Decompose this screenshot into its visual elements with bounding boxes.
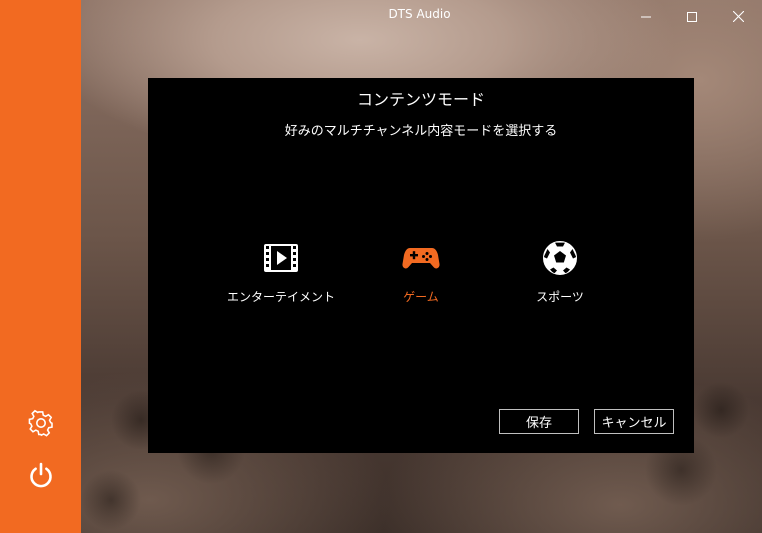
- minimize-button[interactable]: [623, 0, 669, 32]
- mode-label-sports: スポーツ: [536, 290, 584, 304]
- power-icon: [27, 461, 55, 493]
- cancel-button[interactable]: キャンセル: [594, 409, 674, 434]
- close-icon: [732, 7, 744, 26]
- close-button[interactable]: [715, 0, 761, 32]
- mode-label-entertainment: エンターテイメント: [226, 290, 335, 304]
- gamepad-icon: [351, 238, 491, 278]
- sidebar: [0, 0, 81, 533]
- settings-button[interactable]: [20, 404, 61, 445]
- maximize-button[interactable]: [669, 0, 715, 32]
- minimize-icon: [641, 7, 651, 26]
- power-button[interactable]: [20, 456, 61, 497]
- film-icon: [211, 238, 351, 278]
- save-button[interactable]: 保存: [499, 409, 579, 434]
- gear-icon: [27, 409, 55, 441]
- dialog-subtitle: 好みのマルチチャンネル内容モードを選択する: [284, 124, 558, 139]
- content-mode-dialog: コンテンツモード 好みのマルチチャンネル内容モードを選択する エンターテイメント: [148, 78, 694, 453]
- mode-sports[interactable]: スポーツ: [490, 238, 630, 310]
- maximize-icon: [687, 7, 697, 26]
- dialog-title: コンテンツモード: [356, 90, 485, 109]
- mode-game[interactable]: ゲーム: [351, 238, 491, 310]
- title-bar: DTS Audio: [81, 0, 762, 32]
- mode-entertainment[interactable]: エンターテイメント: [211, 238, 351, 310]
- soccer-ball-icon: [490, 238, 630, 278]
- mode-label-game: ゲーム: [403, 290, 439, 304]
